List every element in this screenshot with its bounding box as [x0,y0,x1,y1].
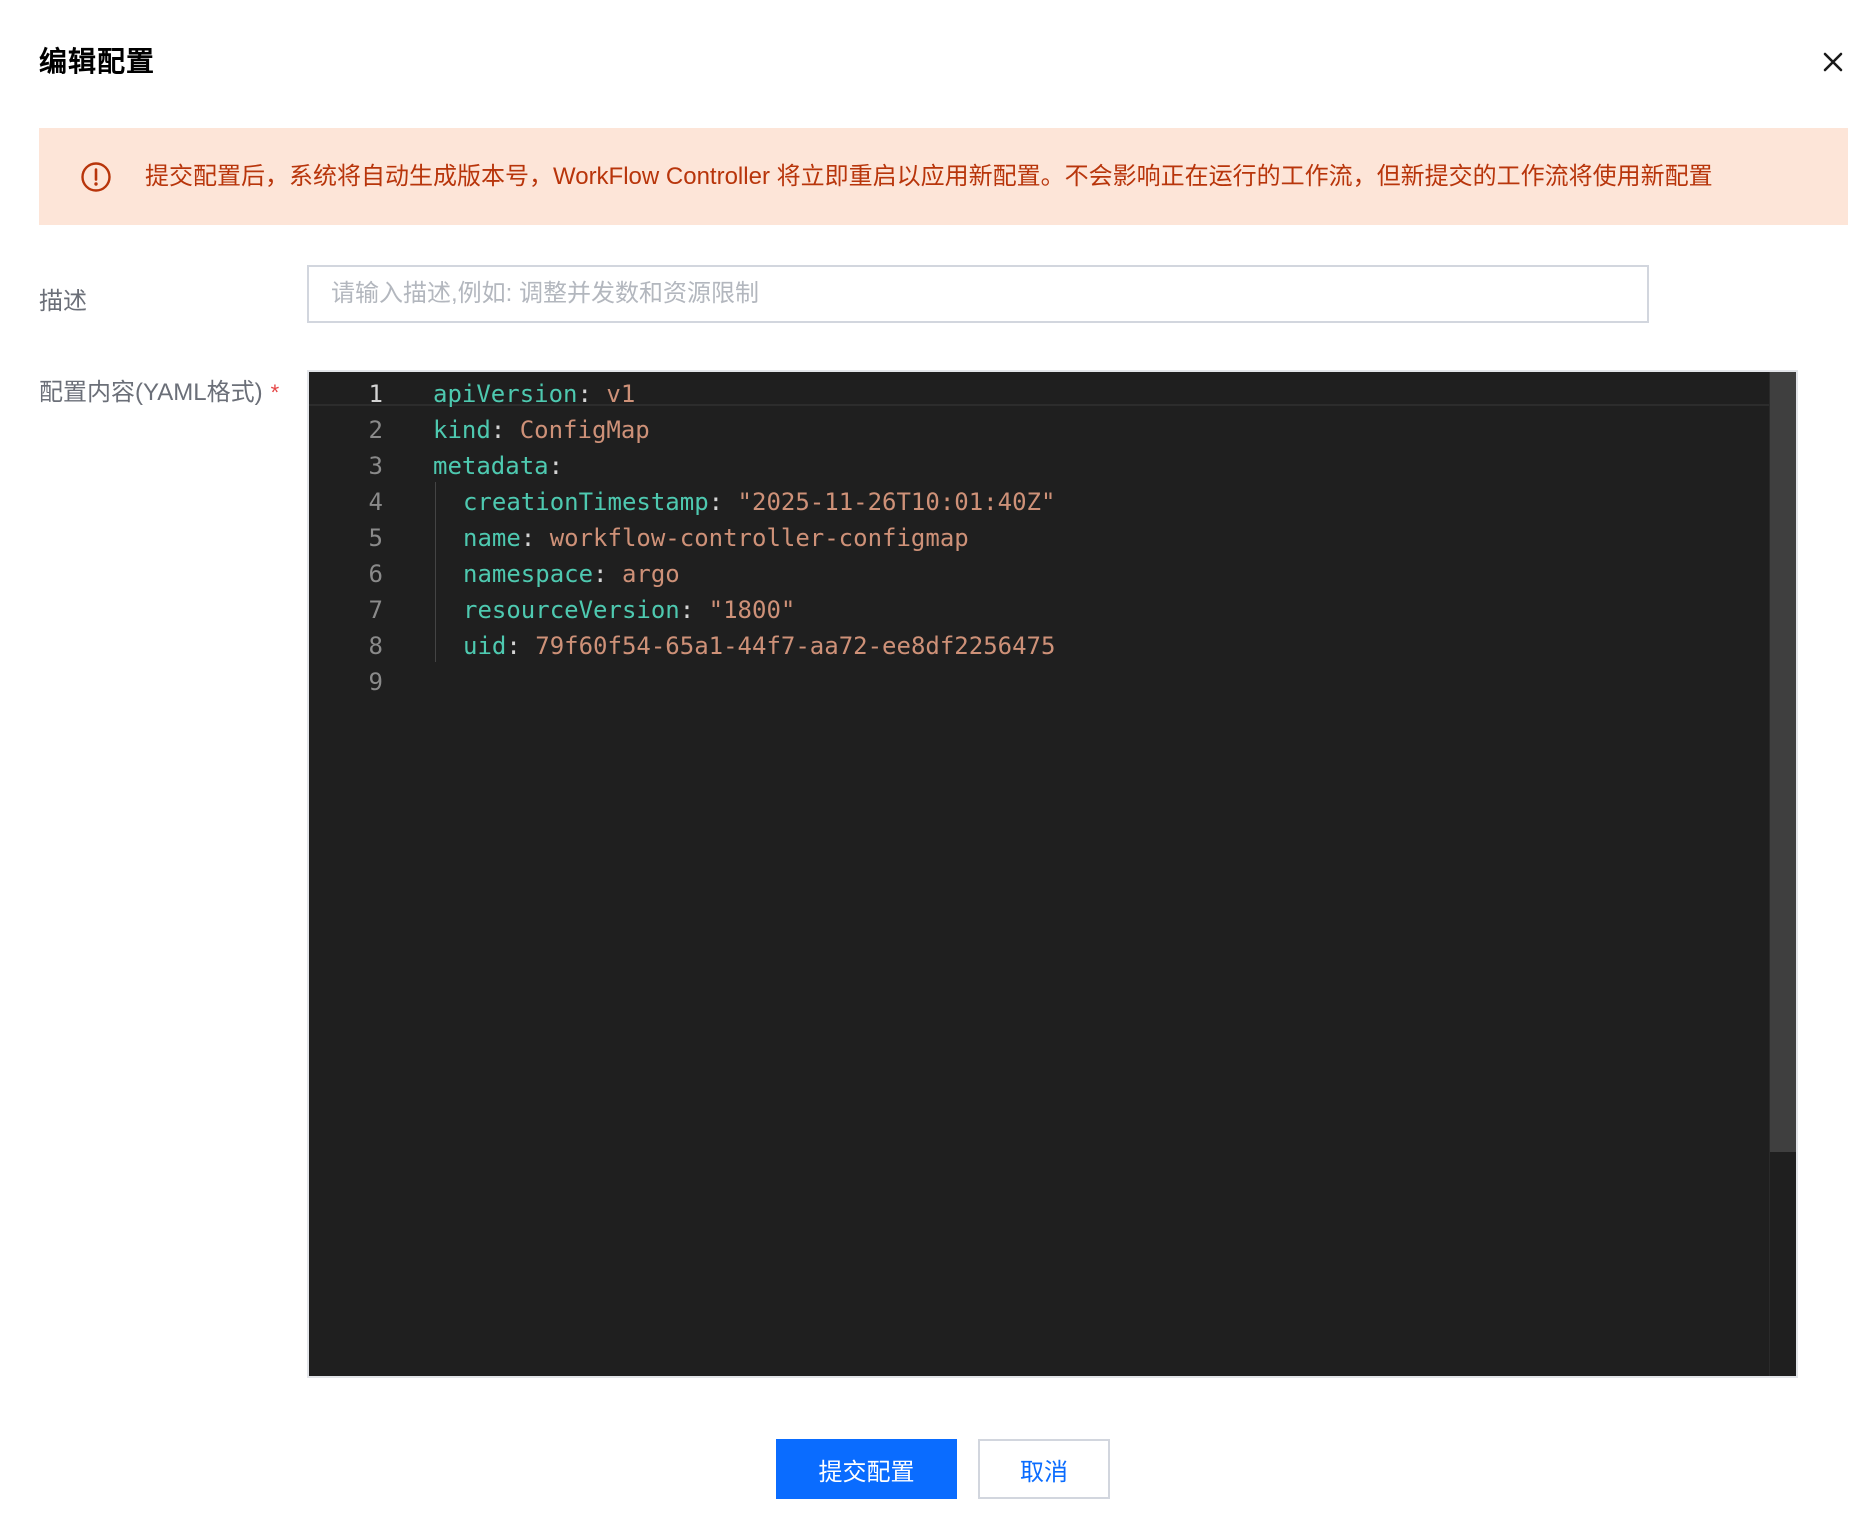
line-number: 5 [368,524,383,552]
code-content[interactable]: apiVersion: v1 kind: ConfigMap metadata: cr… [433,376,1055,700]
yaml-code-editor[interactable]: 123456789 apiVersion: v1 kind: ConfigMap m… [307,370,1798,1378]
code-line[interactable] [433,664,1055,700]
warning-alert: 提交配置后，系统将自动生成版本号，WorkFlow Controller 将立即… [39,128,1848,225]
yaml-key: metadata [433,452,549,480]
required-mark: * [270,380,280,405]
code-line[interactable]: metadata: [433,448,1055,484]
scrollbar-thumb[interactable] [1770,372,1796,1152]
alert-message: 提交配置后，系统将自动生成版本号，WorkFlow Controller 将立即… [145,163,1713,190]
submit-config-button[interactable]: 提交配置 [776,1439,957,1499]
line-number: 2 [368,416,383,444]
line-number: 8 [368,632,383,660]
yaml-separator: : [506,632,521,660]
line-number-gutter: 1 2 3 4 5 6 7 8 9 [309,376,383,700]
code-line[interactable]: apiVersion: v1 [433,376,1055,412]
yaml-separator: : [577,380,592,408]
line-number: 3 [368,452,383,480]
code-line[interactable]: uid: 79f60f54-65a1-44f7-aa72-ee8df225647… [433,628,1055,664]
yaml-value: "2025-11-26T10:01:40Z" [723,488,1056,516]
code-line[interactable]: kind: ConfigMap [433,412,1055,448]
yaml-separator: : [490,416,506,444]
yaml-value: "1800" [694,596,796,624]
code-line[interactable]: namespace: argo [433,556,1055,592]
line-number: 9 [368,668,383,696]
yaml-separator: : [548,452,564,480]
line-number: 4 [368,488,383,516]
edit-config-dialog: 编辑配置 提交配置后，系统将自动生成版本号，WorkFlow Controlle… [0,0,1872,1534]
yaml-key: creationTimestamp [463,488,709,516]
description-label: 描述 [39,288,87,315]
yaml-separator: : [679,596,695,624]
code-line[interactable]: creationTimestamp: "2025-11-26T10:01:40Z… [433,484,1055,520]
yaml-key: kind [433,416,491,444]
yaml-value: argo [607,560,680,588]
yaml-separator: : [708,488,724,516]
yaml-key: apiVersion [433,380,578,408]
close-icon[interactable] [1815,44,1851,80]
yaml-key: namespace [463,560,594,588]
yaml-config-label: 配置内容(YAML格式) * [39,372,279,407]
cancel-button[interactable]: 取消 [978,1439,1110,1499]
yaml-separator: : [520,524,536,552]
yaml-key: uid [463,632,507,660]
yaml-separator: : [593,560,608,588]
yaml-key: name [463,524,521,552]
code-line[interactable]: resourceVersion: "1800" [433,592,1055,628]
yaml-value: v1 [591,380,636,408]
description-input[interactable] [307,265,1649,323]
exclamation-circle-icon [80,161,112,193]
yaml-key: resourceVersion [463,596,680,624]
line-number: 1 [368,380,383,408]
yaml-value: ConfigMap [505,416,650,444]
yaml-config-label-text: 配置内容(YAML格式) [39,379,263,406]
yaml-value: 79f60f54-65a1-44f7-aa72-ee8df2256475 [520,632,1056,660]
line-number: 7 [368,596,383,624]
line-number: 6 [368,560,383,588]
yaml-value: workflow-controller-configmap [535,524,969,552]
code-line[interactable]: name: workflow-controller-configmap [433,520,1055,556]
dialog-title: 编辑配置 [39,46,156,77]
